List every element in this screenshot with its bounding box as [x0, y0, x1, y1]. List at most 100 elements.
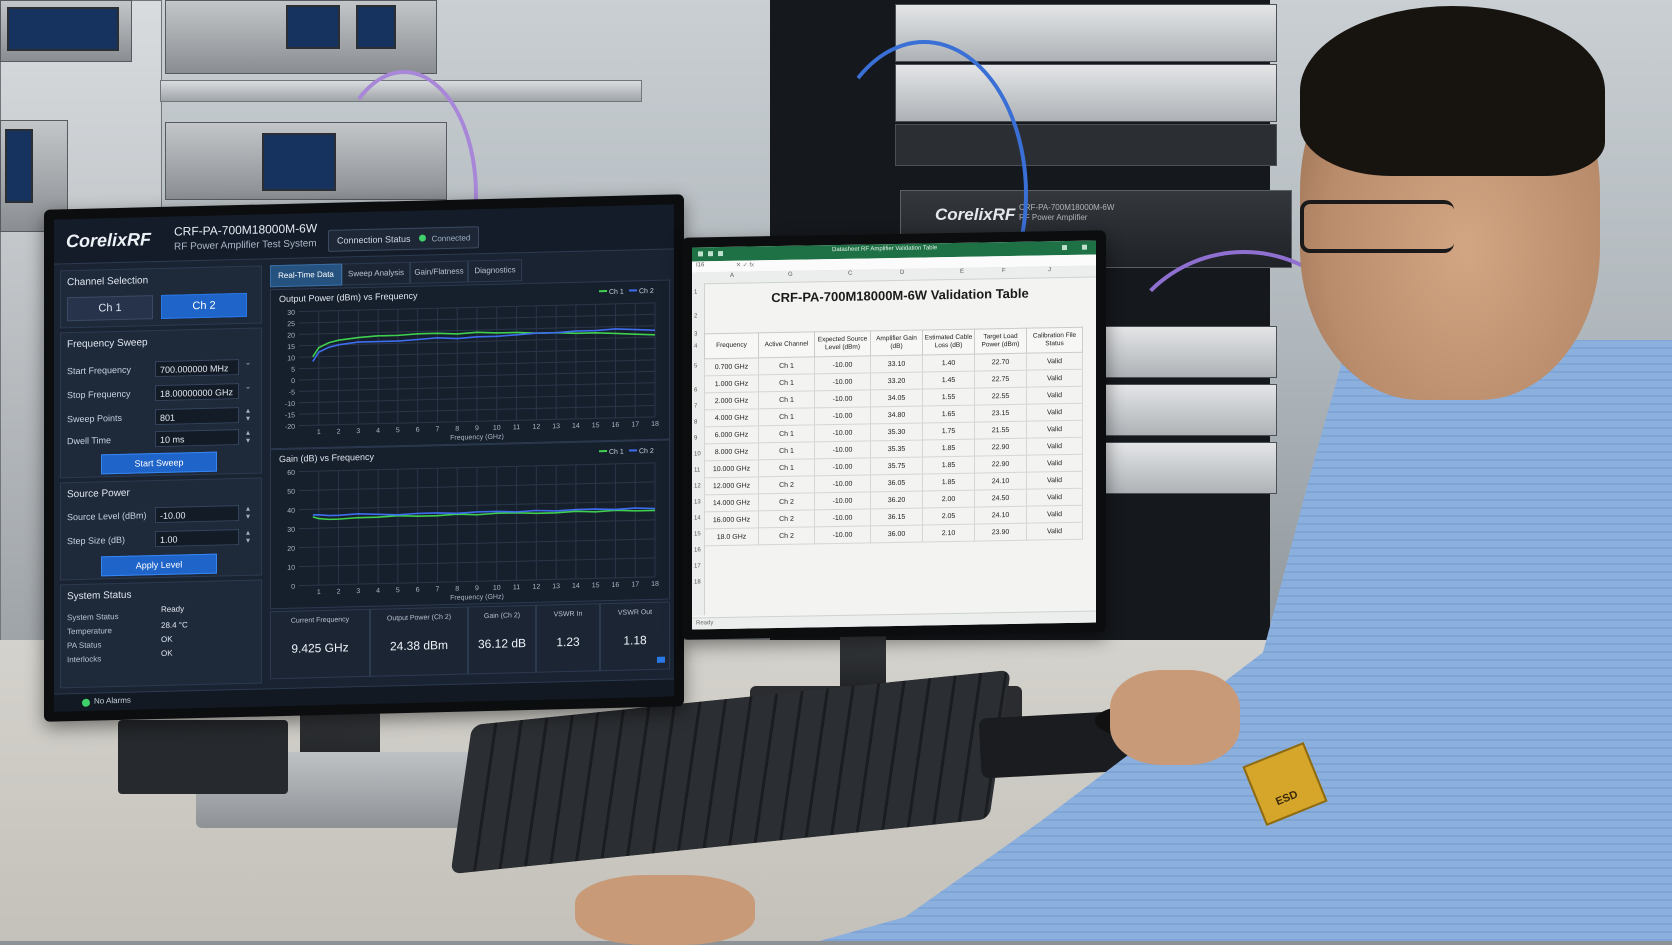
table-cell[interactable]: Valid [1027, 403, 1083, 421]
row-number[interactable]: 12 [694, 483, 701, 489]
row-number[interactable]: 15 [694, 531, 701, 537]
table-cell[interactable]: 8.000 GHz [705, 443, 759, 461]
table-cell[interactable]: 2.05 [923, 507, 975, 525]
table-cell[interactable]: Ch 2 [759, 476, 815, 494]
step-size-input[interactable]: 1.00 [155, 529, 239, 547]
stop-frequency-input[interactable]: 18.00000000 GHz [155, 383, 239, 401]
table-cell[interactable]: 1.45 [923, 371, 975, 389]
column-header[interactable]: Amplifier Gain (dB) [871, 330, 923, 356]
table-cell[interactable]: Valid [1027, 386, 1083, 404]
tab-diagnostics[interactable]: Diagnostics [468, 259, 522, 282]
row-number[interactable]: 18 [694, 579, 701, 585]
table-cell[interactable]: Ch 2 [759, 510, 815, 528]
table-cell[interactable]: Ch 1 [759, 425, 815, 443]
column-header[interactable]: Active Channel [759, 332, 815, 358]
stepper-icon[interactable]: ▴▾ [243, 505, 253, 521]
table-cell[interactable]: Valid [1027, 471, 1083, 489]
row-number[interactable]: 8 [694, 419, 697, 425]
tab-gain-flatness[interactable]: Gain/Flatness [410, 260, 468, 283]
start-sweep-button[interactable]: Start Sweep [101, 452, 217, 475]
row-number[interactable]: 11 [694, 467, 700, 473]
column-letter[interactable]: J [1048, 267, 1051, 273]
save-icon[interactable] [698, 251, 703, 256]
table-cell[interactable]: 1.85 [923, 439, 975, 457]
table-cell[interactable]: -10.00 [815, 475, 871, 493]
table-cell[interactable]: Valid [1027, 352, 1083, 370]
table-cell[interactable]: 1.85 [923, 456, 975, 474]
table-cell[interactable]: 24.10 [975, 472, 1027, 490]
table-cell[interactable]: -10.00 [815, 390, 871, 408]
table-cell[interactable]: -10.00 [815, 407, 871, 425]
table-cell[interactable]: 36.00 [871, 525, 923, 543]
column-letter[interactable]: F [1002, 268, 1006, 274]
redo-icon[interactable] [718, 251, 723, 256]
column-letter[interactable]: C [848, 271, 852, 277]
table-cell[interactable]: Valid [1027, 437, 1083, 455]
stepper-icon[interactable]: ▴▾ [243, 429, 253, 445]
column-header[interactable]: Expected Source Level (dBm) [815, 331, 871, 357]
row-number[interactable]: 7 [694, 403, 697, 409]
table-cell[interactable]: Ch 2 [759, 527, 815, 545]
table-cell[interactable]: Ch 1 [759, 357, 815, 375]
table-cell[interactable]: Ch 1 [759, 391, 815, 409]
table-cell[interactable]: 0.700 GHz [705, 358, 759, 376]
table-cell[interactable]: 22.90 [975, 455, 1027, 473]
table-cell[interactable]: 4.000 GHz [705, 409, 759, 427]
column-header[interactable]: Target Load Power (dBm) [975, 328, 1027, 354]
table-cell[interactable]: 10.000 GHz [705, 460, 759, 478]
table-cell[interactable]: Valid [1027, 505, 1083, 523]
table-cell[interactable]: 22.55 [975, 387, 1027, 405]
table-cell[interactable]: Ch 2 [759, 493, 815, 511]
table-cell[interactable]: -10.00 [815, 373, 871, 391]
apply-level-button[interactable]: Apply Level [101, 554, 217, 577]
row-number[interactable]: 3 [694, 331, 697, 337]
table-cell[interactable]: 2.000 GHz [705, 392, 759, 410]
column-header[interactable]: Frequency [705, 333, 759, 359]
table-cell[interactable]: 23.90 [975, 523, 1027, 541]
table-cell[interactable]: 1.85 [923, 473, 975, 491]
table-cell[interactable]: -10.00 [815, 526, 871, 544]
table-cell[interactable]: 1.40 [923, 354, 975, 372]
column-letter[interactable]: E [960, 269, 964, 275]
row-number[interactable]: 14 [694, 515, 701, 521]
row-number[interactable]: 17 [694, 563, 701, 569]
table-cell[interactable]: 6.000 GHz [705, 426, 759, 444]
table-cell[interactable]: -10.00 [815, 356, 871, 374]
cell-reference[interactable]: I16 [696, 262, 704, 268]
table-cell[interactable]: Ch 1 [759, 442, 815, 460]
table-cell[interactable]: 14.000 GHz [705, 494, 759, 512]
row-number[interactable]: 13 [694, 499, 701, 505]
table-cell[interactable]: Ch 1 [759, 374, 815, 392]
undo-icon[interactable] [708, 251, 713, 256]
table-cell[interactable]: 24.50 [975, 489, 1027, 507]
ch1-button[interactable]: Ch 1 [67, 295, 153, 321]
table-cell[interactable]: Ch 1 [759, 459, 815, 477]
sweep-points-input[interactable]: 801 [155, 407, 239, 425]
table-cell[interactable]: 2.10 [923, 524, 975, 542]
table-cell[interactable]: 18.0 GHz [705, 528, 759, 546]
row-number[interactable]: 4 [694, 343, 697, 349]
start-frequency-input[interactable]: 700.000000 MHz [155, 359, 239, 377]
row-number[interactable]: 1 [694, 289, 697, 295]
table-cell[interactable]: Valid [1027, 488, 1083, 506]
table-cell[interactable]: 1.000 GHz [705, 375, 759, 393]
table-cell[interactable]: 35.75 [871, 457, 923, 475]
stepper-icon[interactable]: ▴▾ [243, 407, 253, 423]
table-cell[interactable]: 36.05 [871, 474, 923, 492]
column-header[interactable]: Estimated Cable Loss (dB) [923, 329, 975, 355]
table-cell[interactable]: 16.000 GHz [705, 511, 759, 529]
row-number[interactable]: 9 [694, 435, 697, 441]
table-cell[interactable]: Valid [1027, 522, 1083, 540]
table-cell[interactable]: 22.90 [975, 438, 1027, 456]
table-cell[interactable]: 34.80 [871, 406, 923, 424]
row-number[interactable]: 16 [694, 547, 701, 553]
table-cell[interactable]: 1.75 [923, 422, 975, 440]
dwell-time-input[interactable]: 10 ms [155, 429, 239, 447]
tab-sweep-analysis[interactable]: Sweep Analysis [342, 262, 410, 286]
table-cell[interactable]: -10.00 [815, 458, 871, 476]
column-letter[interactable]: G [788, 272, 793, 278]
column-letter[interactable]: A [730, 273, 734, 279]
chevron-down-icon[interactable]: ⌄ [243, 359, 253, 375]
table-cell[interactable]: 34.05 [871, 389, 923, 407]
table-cell[interactable]: 35.35 [871, 440, 923, 458]
